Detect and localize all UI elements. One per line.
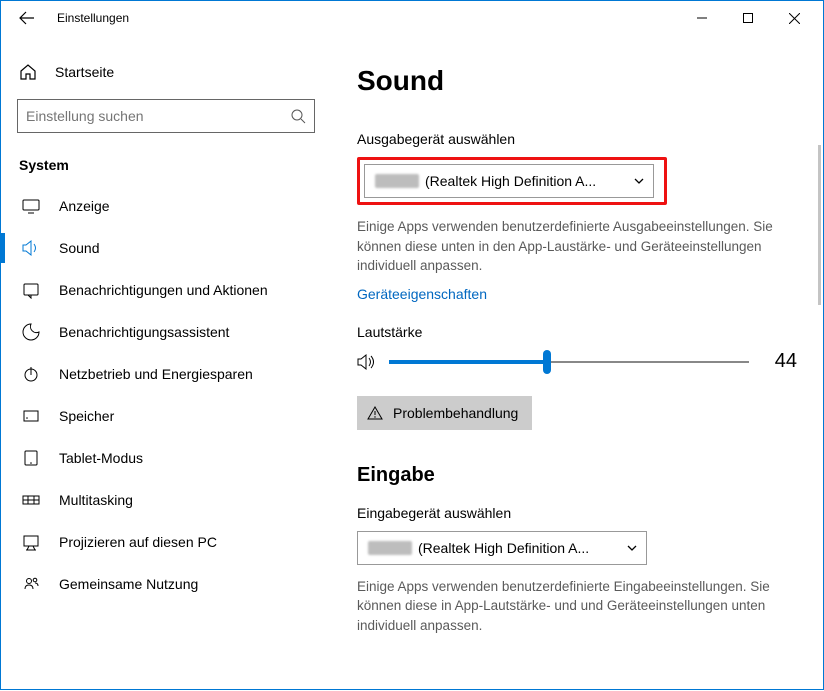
volume-label: Lautstärke bbox=[357, 324, 797, 340]
power-icon bbox=[21, 364, 41, 384]
maximize-icon bbox=[743, 13, 753, 23]
sidebar-item-tablet-modus[interactable]: Tablet-Modus bbox=[15, 437, 317, 479]
shared-icon bbox=[21, 574, 41, 594]
project-icon bbox=[21, 532, 41, 552]
focus-assist-icon bbox=[21, 322, 41, 342]
back-arrow-icon bbox=[19, 10, 35, 26]
chevron-down-icon bbox=[626, 542, 638, 554]
chevron-down-icon bbox=[633, 175, 645, 187]
sidebar-item-netzbetrieb-und-energiesparen[interactable]: Netzbetrieb und Energiesparen bbox=[15, 353, 317, 395]
redacted-text bbox=[375, 174, 419, 188]
sidebar: Startseite System Anzeige Sound Benachrich… bbox=[1, 35, 331, 691]
multitasking-icon bbox=[21, 490, 41, 510]
maximize-button[interactable] bbox=[725, 3, 771, 33]
output-device-label: Ausgabegerät auswählen bbox=[357, 131, 797, 147]
sidebar-item-label: Projizieren auf diesen PC bbox=[59, 534, 217, 550]
input-device-dropdown[interactable]: (Realtek High Definition A... bbox=[357, 531, 647, 565]
output-highlight: (Realtek High Definition A... bbox=[357, 157, 667, 205]
output-device-dropdown[interactable]: (Realtek High Definition A... bbox=[364, 164, 654, 198]
sidebar-item-speicher[interactable]: Speicher bbox=[15, 395, 317, 437]
sidebar-item-projizieren-auf-diesen-pc[interactable]: Projizieren auf diesen PC bbox=[15, 521, 317, 563]
sidebar-item-label: Gemeinsame Nutzung bbox=[59, 576, 198, 592]
sidebar-item-label: Speicher bbox=[59, 408, 114, 424]
input-desc: Einige Apps verwenden benutzerdefinierte… bbox=[357, 577, 787, 636]
scrollbar[interactable] bbox=[818, 145, 821, 305]
sound-icon bbox=[21, 238, 41, 258]
sidebar-item-label: Sound bbox=[59, 240, 99, 256]
storage-icon bbox=[21, 406, 41, 426]
search-box[interactable] bbox=[17, 99, 315, 133]
minimize-button[interactable] bbox=[679, 3, 725, 33]
device-properties-link[interactable]: Geräteeigenschaften bbox=[357, 286, 487, 302]
sidebar-item-label: Tablet-Modus bbox=[59, 450, 143, 466]
titlebar: Einstellungen bbox=[1, 1, 823, 35]
search-input[interactable] bbox=[26, 108, 290, 124]
nav-list: Anzeige Sound Benachrichtigungen und Aktio… bbox=[15, 185, 317, 605]
speaker-icon[interactable] bbox=[357, 353, 377, 371]
tablet-icon bbox=[21, 448, 41, 468]
sidebar-item-benachrichtigungen-und-aktionen[interactable]: Benachrichtigungen und Aktionen bbox=[15, 269, 317, 311]
volume-value: 44 bbox=[761, 350, 797, 373]
output-desc: Einige Apps verwenden benutzerdefinierte… bbox=[357, 217, 787, 276]
back-button[interactable] bbox=[15, 6, 39, 30]
minimize-icon bbox=[697, 13, 707, 23]
home-label: Startseite bbox=[55, 64, 114, 80]
sidebar-item-label: Netzbetrieb und Energiesparen bbox=[59, 366, 253, 382]
sidebar-item-gemeinsame-nutzung[interactable]: Gemeinsame Nutzung bbox=[15, 563, 317, 605]
sidebar-item-benachrichtigungsassistent[interactable]: Benachrichtigungsassistent bbox=[15, 311, 317, 353]
main-panel: Sound Ausgabegerät auswählen (Realtek Hi… bbox=[331, 35, 823, 691]
sidebar-item-label: Benachrichtigungen und Aktionen bbox=[59, 282, 268, 298]
category-heading: System bbox=[15, 151, 317, 181]
window-title: Einstellungen bbox=[57, 11, 129, 25]
display-icon bbox=[21, 196, 41, 216]
page-title: Sound bbox=[357, 65, 797, 97]
input-device-selected: (Realtek High Definition A... bbox=[418, 540, 626, 556]
sidebar-item-sound[interactable]: Sound bbox=[15, 227, 317, 269]
troubleshoot-button[interactable]: Problembehandlung bbox=[357, 396, 532, 430]
home-icon bbox=[19, 63, 37, 81]
volume-slider[interactable] bbox=[389, 350, 749, 374]
home-link[interactable]: Startseite bbox=[15, 55, 317, 99]
input-device-label: Eingabegerät auswählen bbox=[357, 505, 797, 521]
search-icon bbox=[290, 108, 306, 124]
close-button[interactable] bbox=[771, 3, 817, 33]
redacted-text bbox=[368, 541, 412, 555]
sidebar-item-label: Benachrichtigungsassistent bbox=[59, 324, 229, 340]
sidebar-item-label: Anzeige bbox=[59, 198, 110, 214]
sidebar-item-anzeige[interactable]: Anzeige bbox=[15, 185, 317, 227]
input-heading: Eingabe bbox=[357, 464, 797, 487]
sidebar-item-multitasking[interactable]: Multitasking bbox=[15, 479, 317, 521]
warning-icon bbox=[367, 405, 383, 421]
output-device-selected: (Realtek High Definition A... bbox=[425, 173, 633, 189]
notifications-icon bbox=[21, 280, 41, 300]
sidebar-item-label: Multitasking bbox=[59, 492, 133, 508]
close-icon bbox=[789, 13, 800, 24]
troubleshoot-label: Problembehandlung bbox=[393, 405, 518, 421]
